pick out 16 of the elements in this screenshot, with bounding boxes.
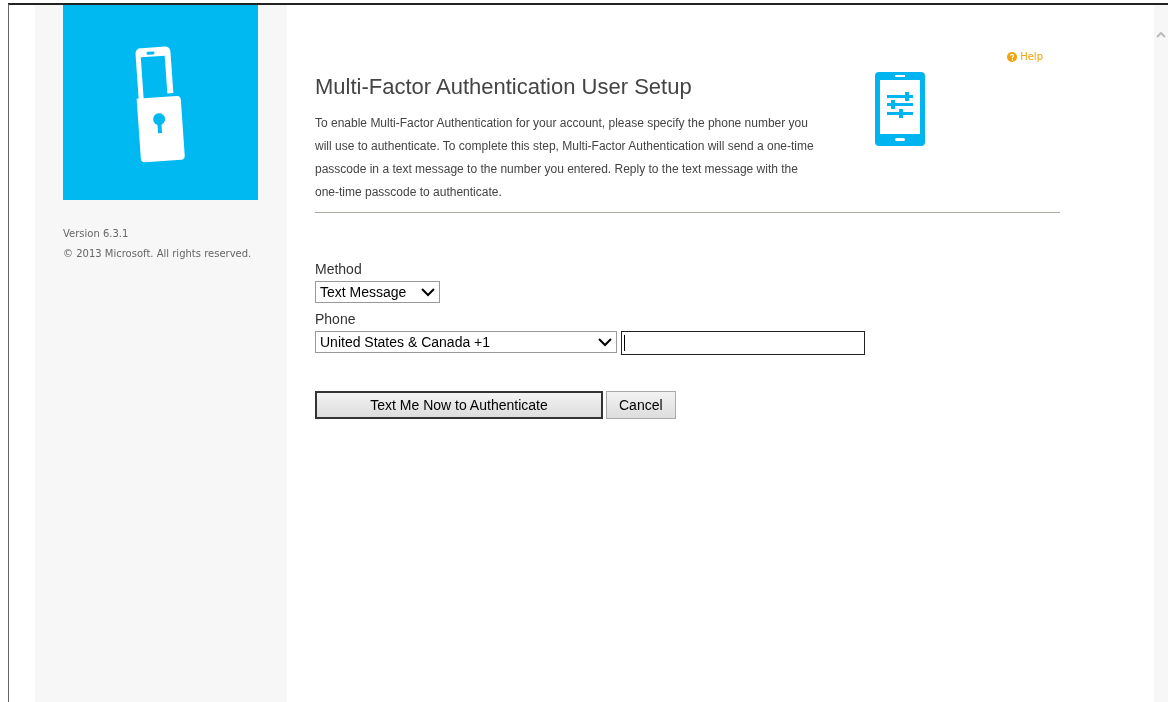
description-text: To enable Multi-Factor Authentication for your account, please specify the phone number you will use to authenticate. To complete this step, Multi-Factor Authentication will send a one-time passcode in a text message to the number you entered. Reply to the text message with the one-time passcode to authenticate. — [315, 115, 815, 201]
phone-label: Phone — [315, 311, 356, 327]
scroll-up-icon — [1156, 32, 1166, 38]
phone-settings-icon — [875, 72, 925, 146]
text-me-button[interactable]: Text Me Now to Authenticate — [315, 391, 603, 419]
page-title: Multi-Factor Authentication User Setup — [315, 74, 693, 100]
method-dropdown[interactable]: Text Message — [315, 281, 440, 303]
help-icon — [1007, 51, 1018, 62]
caret-icon — [598, 337, 612, 347]
cancel-button[interactable]: Cancel — [606, 391, 676, 419]
copyright-text: © 2013 Microsoft. All rights reserved. — [63, 248, 253, 259]
version-text: Version 6.3.1 — [63, 228, 130, 239]
caret-icon — [421, 287, 435, 297]
method-label: Method — [315, 261, 362, 277]
country-dropdown[interactable]: United States & Canada +1 — [315, 331, 617, 353]
phone-input-field[interactable] — [621, 331, 865, 355]
